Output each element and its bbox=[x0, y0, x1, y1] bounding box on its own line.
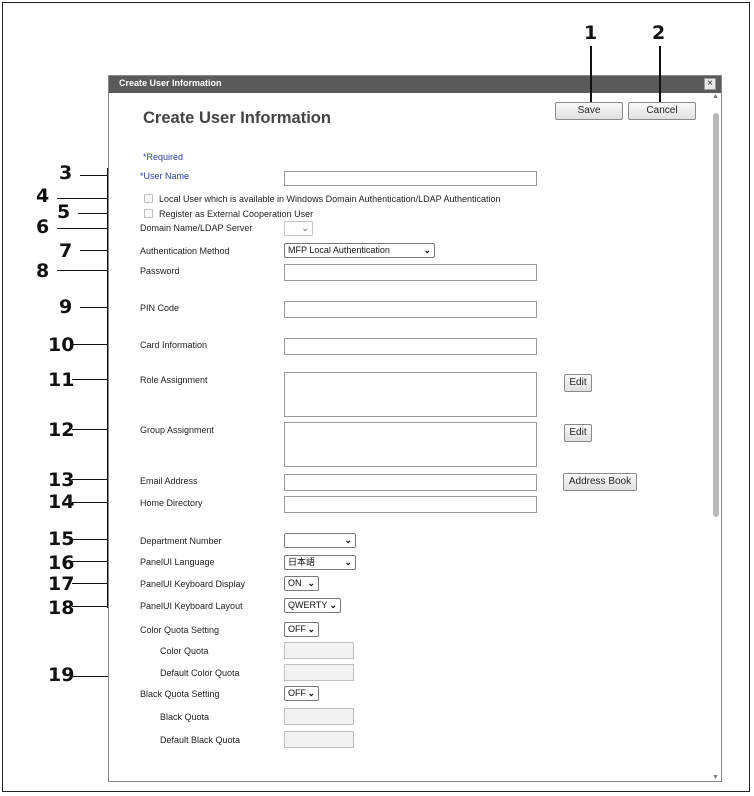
role-edit-button[interactable]: Edit bbox=[564, 374, 592, 392]
callout-7: 7 bbox=[59, 240, 73, 262]
color-quota-setting-label: Color Quota Setting bbox=[140, 625, 220, 635]
panel-language-label: PanelUI Language bbox=[140, 557, 215, 567]
color-quota-setting-select[interactable]: OFF ⌄ bbox=[284, 622, 319, 637]
callout-2: 2 bbox=[652, 22, 666, 44]
chevron-down-icon: ⌄ bbox=[301, 223, 309, 233]
color-quota-label: Color Quota bbox=[160, 646, 209, 656]
department-number-label: Department Number bbox=[140, 536, 222, 546]
black-quota-label: Black Quota bbox=[160, 712, 210, 722]
callout-18: 18 bbox=[48, 597, 75, 619]
keyboard-display-label: PanelUI Keyboard Display bbox=[140, 579, 246, 589]
auth-method-value: MFP Local Authentication bbox=[288, 245, 390, 255]
user-name-input[interactable] bbox=[284, 171, 537, 186]
save-button[interactable]: Save bbox=[555, 102, 623, 120]
callout-17: 17 bbox=[48, 573, 75, 595]
callout-line-1 bbox=[590, 46, 592, 102]
color-quota-setting-value: OFF bbox=[288, 624, 306, 634]
callout-3: 3 bbox=[59, 162, 73, 184]
panel-language-select[interactable]: 日本語 ⌄ bbox=[284, 555, 356, 570]
email-input[interactable] bbox=[284, 474, 537, 491]
default-color-quota-input[interactable] bbox=[284, 664, 354, 681]
chevron-down-icon: ⌄ bbox=[307, 624, 315, 634]
scroll-up-arrow-icon[interactable]: ▲ bbox=[712, 93, 719, 100]
group-edit-button[interactable]: Edit bbox=[564, 424, 592, 442]
password-input[interactable] bbox=[284, 264, 537, 281]
home-directory-input[interactable] bbox=[284, 496, 537, 513]
role-assignment-list[interactable] bbox=[284, 372, 537, 417]
close-icon[interactable]: × bbox=[704, 78, 716, 90]
auth-method-label: Authentication Method bbox=[140, 246, 230, 256]
password-label: Password bbox=[140, 266, 180, 276]
callout-16: 16 bbox=[48, 552, 75, 574]
default-black-quota-input[interactable] bbox=[284, 731, 354, 748]
pin-code-input[interactable] bbox=[284, 301, 537, 318]
callout-4: 4 bbox=[36, 185, 50, 207]
required-note: *Required bbox=[143, 152, 184, 162]
black-quota-setting-select[interactable]: OFF ⌄ bbox=[284, 686, 319, 701]
keyboard-layout-value: QWERTY bbox=[288, 600, 328, 610]
callout-9: 9 bbox=[59, 296, 73, 318]
callout-14: 14 bbox=[48, 491, 75, 513]
cancel-button[interactable]: Cancel bbox=[628, 102, 696, 120]
pin-code-label: PIN Code bbox=[140, 303, 180, 313]
default-color-quota-label: Default Color Quota bbox=[160, 668, 240, 678]
scroll-down-arrow-icon[interactable]: ▼ bbox=[712, 774, 719, 781]
dialog-titlebar: Create User Information × bbox=[109, 76, 721, 93]
chevron-down-icon: ⌄ bbox=[307, 688, 315, 698]
create-user-dialog: Create User Information × Create User In… bbox=[108, 75, 722, 782]
external-cooperation-checkbox[interactable] bbox=[144, 209, 153, 218]
color-quota-input[interactable] bbox=[284, 642, 354, 659]
card-info-input[interactable] bbox=[284, 338, 537, 355]
vertical-scrollbar[interactable]: ▲ ▼ bbox=[711, 93, 721, 781]
address-book-button[interactable]: Address Book bbox=[563, 473, 637, 491]
external-cooperation-label: Register as External Cooperation User bbox=[159, 209, 314, 219]
chevron-down-icon: ⌄ bbox=[307, 578, 315, 588]
panel-language-value: 日本語 bbox=[288, 557, 316, 567]
callout-1: 1 bbox=[584, 22, 598, 44]
default-black-quota-label: Default Black Quota bbox=[160, 735, 241, 745]
keyboard-display-value: ON bbox=[288, 578, 302, 588]
callout-15: 15 bbox=[48, 528, 75, 550]
group-assignment-list[interactable] bbox=[284, 422, 537, 467]
callout-5: 5 bbox=[57, 201, 71, 223]
callout-10: 10 bbox=[48, 334, 75, 356]
black-quota-setting-value: OFF bbox=[288, 688, 306, 698]
user-name-label: *User Name bbox=[140, 171, 190, 181]
role-assignment-label: Role Assignment bbox=[140, 375, 208, 385]
domain-label: Domain Name/LDAP Server bbox=[140, 223, 253, 233]
keyboard-layout-label: PanelUI Keyboard Layout bbox=[140, 601, 243, 611]
chevron-down-icon: ⌄ bbox=[329, 600, 337, 610]
email-label: Email Address bbox=[140, 476, 198, 486]
black-quota-input[interactable] bbox=[284, 708, 354, 725]
local-user-label: Local User which is available in Windows… bbox=[159, 194, 501, 204]
callout-19: 19 bbox=[48, 664, 75, 686]
home-directory-label: Home Directory bbox=[140, 498, 203, 508]
dialog-window-title: Create User Information bbox=[119, 78, 222, 88]
scrollbar-thumb[interactable] bbox=[713, 113, 719, 517]
local-user-checkbox[interactable] bbox=[144, 194, 153, 203]
page-title: Create User Information bbox=[143, 109, 331, 127]
auth-method-select[interactable]: MFP Local Authentication ⌄ bbox=[284, 243, 435, 258]
card-info-label: Card Information bbox=[140, 340, 208, 350]
chevron-down-icon: ⌄ bbox=[423, 245, 431, 255]
callout-line-2 bbox=[659, 46, 661, 102]
callout-8: 8 bbox=[36, 260, 50, 282]
keyboard-display-select[interactable]: ON ⌄ bbox=[284, 576, 319, 591]
domain-select[interactable]: ⌄ bbox=[284, 221, 313, 236]
group-assignment-label: Group Assignment bbox=[140, 425, 215, 435]
black-quota-setting-label: Black Quota Setting bbox=[140, 689, 220, 699]
chevron-down-icon: ⌄ bbox=[344, 535, 352, 545]
callout-12: 12 bbox=[48, 419, 75, 441]
keyboard-layout-select[interactable]: QWERTY ⌄ bbox=[284, 598, 341, 613]
callout-13: 13 bbox=[48, 469, 75, 491]
department-number-select[interactable]: ⌄ bbox=[284, 533, 356, 548]
callout-6: 6 bbox=[36, 216, 50, 238]
chevron-down-icon: ⌄ bbox=[344, 557, 352, 567]
callout-11: 11 bbox=[48, 369, 75, 391]
